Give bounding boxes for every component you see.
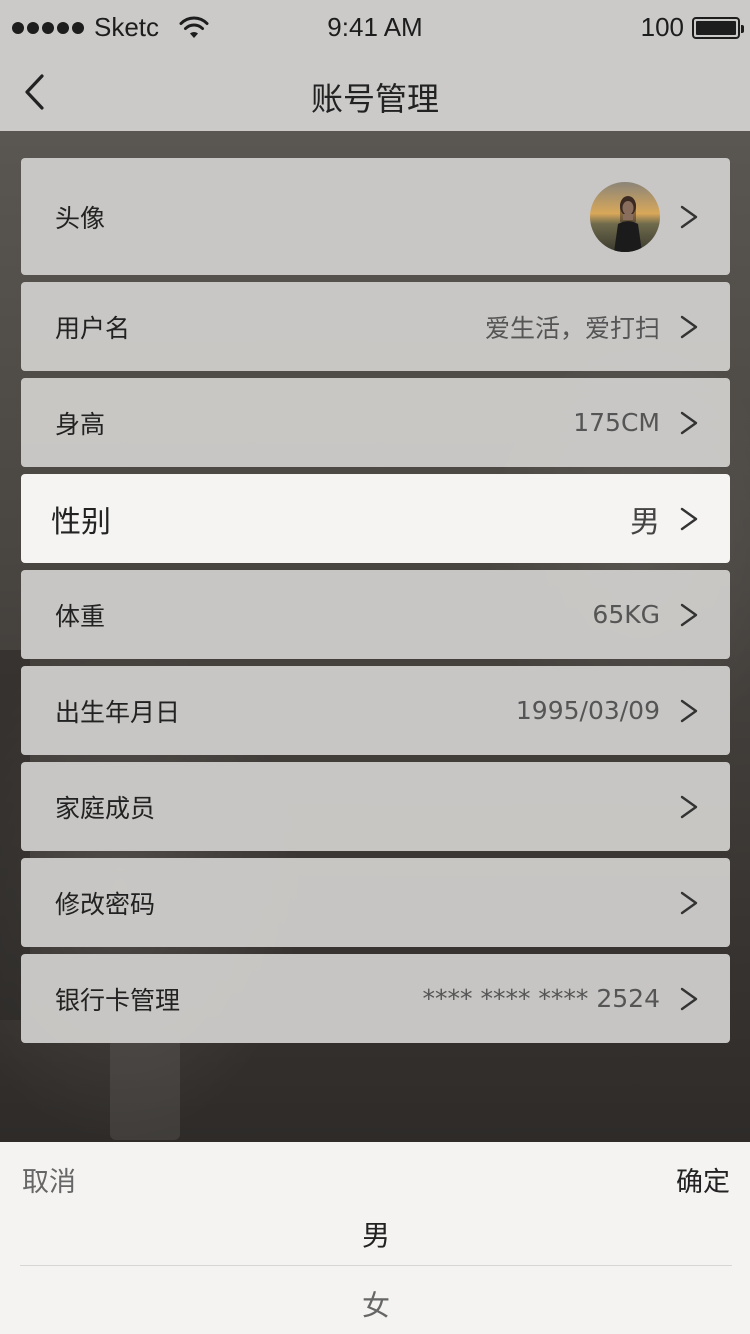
confirm-button[interactable]: 确定 <box>676 1160 730 1199</box>
picker-option-male[interactable]: 男 <box>20 1214 732 1266</box>
avatar <box>590 181 660 252</box>
row-label: 修改密码 <box>55 889 156 919</box>
status-bar: Sketc 9:41 AM 100 <box>0 0 750 54</box>
row-value: 175CM <box>573 408 660 437</box>
row-weight[interactable]: 体重 65KG <box>21 570 730 659</box>
navigation-bar: 账号管理 <box>0 54 750 131</box>
chevron-right-icon <box>678 506 700 532</box>
row-label: 家庭成员 <box>55 793 156 823</box>
row-value: 1995/03/09 <box>515 696 660 725</box>
picker-divider <box>20 1265 732 1266</box>
row-username[interactable]: 用户名 爱生活，爱打扫 <box>21 282 730 371</box>
row-value: 男 <box>630 504 660 540</box>
row-label: 体重 <box>55 601 106 631</box>
row-label: 身高 <box>55 409 106 439</box>
picker-option-female[interactable]: 女 <box>20 1284 732 1324</box>
page-title: 账号管理 <box>310 80 439 118</box>
row-avatar[interactable]: 头像 <box>21 158 730 275</box>
row-change-password[interactable]: 修改密码 <box>21 858 730 947</box>
row-bank-card[interactable]: 银行卡管理 **** **** **** 2524 <box>21 954 730 1043</box>
chevron-right-icon <box>678 314 700 340</box>
battery-status: 100 <box>640 12 744 43</box>
chevron-right-icon <box>678 410 700 436</box>
row-value: 65KG <box>592 600 660 629</box>
row-height[interactable]: 身高 175CM <box>21 378 730 467</box>
row-label: 头像 <box>55 203 106 233</box>
row-birthday[interactable]: 出生年月日 1995/03/09 <box>21 666 730 755</box>
row-value: **** **** **** 2524 <box>422 984 660 1013</box>
chevron-right-icon <box>678 794 700 820</box>
chevron-right-icon <box>678 890 700 916</box>
cancel-button[interactable]: 取消 <box>22 1160 76 1199</box>
chevron-right-icon <box>678 698 700 724</box>
battery-percent: 100 <box>640 12 684 42</box>
battery-icon <box>692 16 744 39</box>
row-label: 用户名 <box>55 313 131 343</box>
chevron-right-icon <box>678 602 700 628</box>
status-time: 9:41 AM <box>327 12 423 42</box>
row-value: 爱生活，爱打扫 <box>484 313 660 343</box>
chevron-right-icon <box>678 204 700 230</box>
row-gender[interactable]: 性别 男 <box>21 474 730 563</box>
row-label: 出生年月日 <box>55 697 181 727</box>
gender-picker: 取消 确定 男 女 <box>0 1142 750 1334</box>
row-label: 性别 <box>51 504 111 540</box>
chevron-right-icon <box>678 986 700 1012</box>
row-family-members[interactable]: 家庭成员 <box>21 762 730 851</box>
row-label: 银行卡管理 <box>55 985 181 1015</box>
